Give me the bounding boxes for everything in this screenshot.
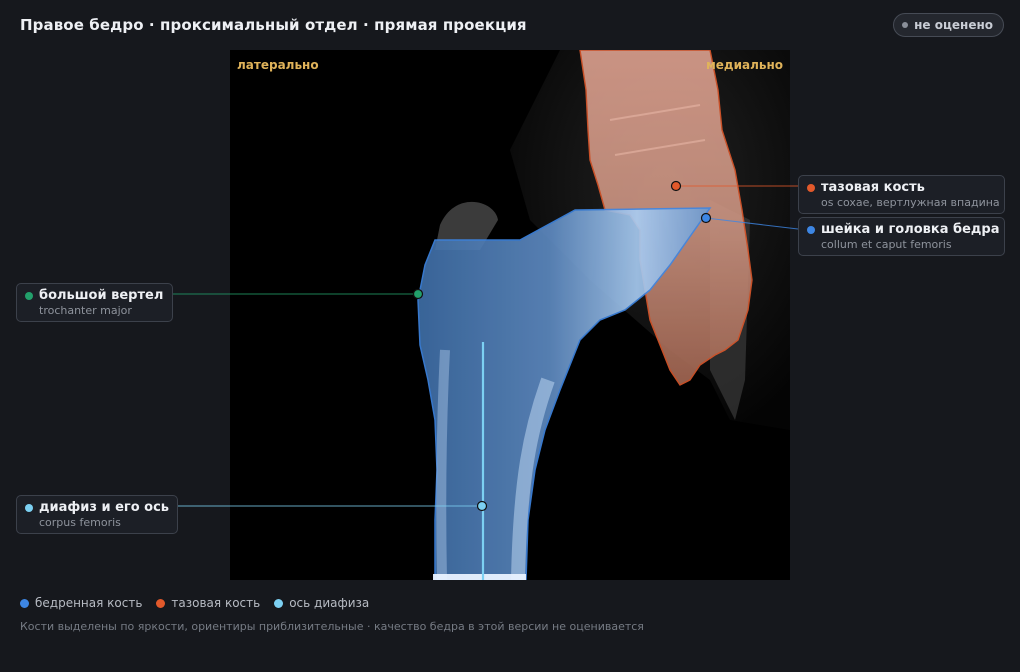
callout-shaft[interactable]: диафиз и его ось corpus femoris: [16, 495, 178, 534]
legend-label: ось диафиза: [289, 596, 370, 610]
neck-dot-icon: [807, 225, 815, 234]
annotation-leaders: [172, 180, 799, 512]
legend-label: тазовая кость: [171, 596, 261, 610]
legend-item-femur: бедренная кость: [20, 596, 142, 610]
callout-neck[interactable]: шейка и головка бедра collum et caput fe…: [798, 217, 1005, 256]
callout-trochanter[interactable]: большой вертел trochanter major: [16, 283, 173, 322]
callout-shaft-subtitle: corpus femoris: [39, 516, 121, 529]
callout-pelvis[interactable]: тазовая кость os coxae, вертлужная впади…: [798, 175, 1005, 214]
shaft-anchor-point[interactable]: [476, 500, 488, 512]
callout-neck-subtitle: collum et caput femoris: [821, 238, 952, 251]
legend-item-pelvis: тазовая кость: [156, 596, 260, 610]
callout-trochanter-subtitle: trochanter major: [39, 304, 132, 317]
legend-label: бедренная кость: [35, 596, 143, 610]
callout-pelvis-title: тазовая кость: [821, 180, 925, 195]
pelvis-anchor-point[interactable]: [670, 180, 682, 192]
pelvis-dot-icon: [807, 183, 815, 192]
pelvis-legend-dot-icon: [156, 598, 166, 608]
trochanter-anchor-point[interactable]: [412, 288, 424, 300]
axis-legend-dot-icon: [274, 598, 284, 608]
footnote: Кости выделены по яркости, ориентиры при…: [20, 620, 644, 633]
legend-item-axis: ось диафиза: [274, 596, 369, 610]
shaft-dot-icon: [25, 503, 33, 512]
neck-anchor-point[interactable]: [700, 212, 712, 224]
trochanter-dot-icon: [25, 291, 33, 300]
callout-neck-title: шейка и головка бедра: [821, 222, 1000, 237]
legend: бедренная кость тазовая кость ось диафиз…: [20, 596, 369, 610]
femur-legend-dot-icon: [20, 598, 29, 608]
callout-trochanter-title: большой вертел: [39, 288, 164, 303]
callout-shaft-title: диафиз и его ось: [39, 500, 170, 515]
callout-pelvis-subtitle: os coxae, вертлужная впадина: [821, 196, 1000, 209]
